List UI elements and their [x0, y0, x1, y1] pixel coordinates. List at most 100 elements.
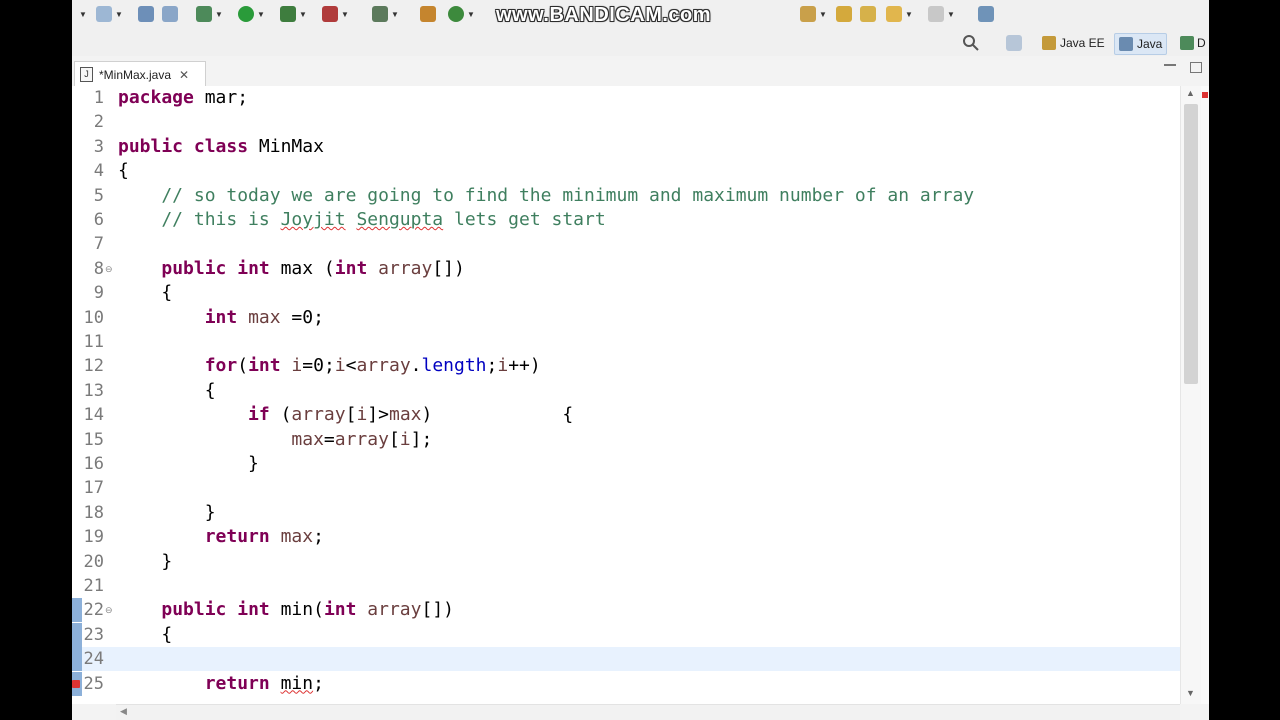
eclipse-window: ▼ ▼ ▼ ▼ ▼ ▼ ▼ ▼ ▼ ▼ ▼ www.BANDICAM.com J… [72, 0, 1209, 720]
code-line[interactable]: 24 [72, 647, 1180, 672]
code-token: } [118, 501, 216, 523]
code-line[interactable]: 11 [72, 330, 1180, 354]
code-token: int [237, 599, 270, 621]
new-icon[interactable]: ▼ [96, 5, 123, 23]
annotation-nav-icon[interactable]: ▼ [800, 5, 827, 23]
code-line[interactable]: 21 [72, 574, 1180, 598]
search-tools-icon[interactable]: ▼ [372, 5, 399, 23]
scroll-down-icon[interactable]: ▼ [1186, 688, 1195, 698]
code-line[interactable]: 15 max=array[i]; [72, 428, 1180, 452]
line-number: 9 [93, 283, 104, 304]
code-token: { [118, 623, 173, 645]
fold-toggle-icon[interactable]: ⊖ [105, 264, 113, 275]
line-number: 11 [83, 332, 104, 352]
code-text: { [118, 159, 129, 183]
code-token: public [118, 135, 184, 157]
code-line[interactable]: 22 ⊖ public int min(int array[]) [72, 598, 1180, 623]
coverage-icon[interactable]: ▼ [280, 5, 307, 23]
code-text: // this is Joyjit Sengupta lets get star… [118, 208, 605, 232]
code-token: min( [269, 599, 324, 621]
code-line[interactable]: 17 [72, 476, 1180, 500]
code-text: { [118, 623, 172, 647]
code-token: int [237, 257, 270, 279]
code-line[interactable]: 16 } [72, 452, 1180, 476]
code-line[interactable]: 25 return min; [72, 671, 1180, 696]
code-line[interactable]: 12 for(int i=0;i<array.length;i++) [72, 354, 1180, 378]
code-line[interactable]: 6 // this is Joyjit Sengupta lets get st… [72, 208, 1180, 232]
last-edit-icon[interactable] [836, 5, 852, 23]
save-all-icon[interactable] [162, 5, 178, 23]
code-line[interactable]: 8 ⊖ public int max (int array[]) [72, 257, 1180, 281]
code-token: array [367, 599, 422, 621]
code-line[interactable]: 14 if (array[i]>max) { [72, 403, 1180, 427]
code-line[interactable]: 4{ [72, 159, 1180, 183]
prev-edit-icon[interactable] [860, 5, 876, 23]
toolbar-dropdown-arrow[interactable]: ▼ [76, 5, 87, 23]
minimize-icon[interactable] [1164, 64, 1176, 66]
code-token: ( [237, 355, 249, 377]
code-token: ]; [410, 428, 433, 450]
code-line[interactable]: 10 int max =0; [72, 306, 1180, 330]
code-token: int [204, 306, 238, 328]
code-token: []) [432, 257, 465, 279]
code-line[interactable]: 1 package mar; [72, 86, 1180, 110]
scrollbar-thumb[interactable] [1184, 104, 1198, 384]
code-line[interactable]: 5 // so today we are going to find the m… [72, 184, 1180, 208]
fold-toggle-icon[interactable]: ⊖ [105, 605, 113, 616]
open-perspective-button[interactable] [1006, 34, 1022, 52]
maximize-icon[interactable] [1190, 62, 1202, 73]
code-token: max ( [269, 257, 335, 279]
perspective-debug[interactable]: D [1176, 33, 1209, 53]
editor-tab-minmax[interactable]: J *MinMax.java ✕ [74, 61, 206, 87]
debug-icon[interactable]: ▼ [196, 5, 223, 23]
refresh-icon[interactable]: ▼ [448, 5, 475, 23]
open-perspective-icon[interactable] [978, 5, 994, 23]
code-line[interactable]: 18 } [72, 501, 1180, 525]
code-editor[interactable]: 1 package mar; 2 3 public class MinMax 4{5 //… [72, 86, 1180, 704]
external-tools-icon[interactable]: ▼ [322, 5, 349, 23]
code-text: } [118, 501, 216, 525]
code-text: return max; [118, 525, 324, 549]
back-icon[interactable]: ▼ [886, 5, 913, 23]
perspective-java[interactable]: Java [1114, 33, 1168, 55]
save-icon[interactable] [138, 5, 154, 23]
code-line[interactable]: 2 [72, 110, 1180, 134]
vertical-scrollbar[interactable]: ▲ ▼ [1180, 86, 1202, 704]
line-number: 4 [93, 161, 104, 182]
code-line[interactable]: 7 [72, 232, 1180, 256]
code-line[interactable]: 9 { [72, 281, 1180, 305]
code-token: for [204, 355, 238, 377]
code-token: if [248, 404, 270, 426]
code-line[interactable]: 3 public class MinMax [72, 135, 1180, 159]
run-icon[interactable]: ▼ [238, 5, 265, 23]
close-tab-icon[interactable]: ✕ [179, 68, 189, 82]
code-line[interactable]: 23 { [72, 622, 1180, 647]
perspective-debug-label: D [1197, 36, 1206, 50]
code-line[interactable]: 20 } [72, 550, 1180, 574]
code-token: ; [313, 526, 324, 548]
perspective-java-ee[interactable]: Java EE [1038, 33, 1109, 53]
scroll-up-icon[interactable]: ▲ [1186, 88, 1195, 98]
code-token: array [291, 404, 346, 426]
code-line[interactable]: 13 { [72, 379, 1180, 403]
forward-icon[interactable]: ▼ [928, 5, 955, 23]
horizontal-scrollbar[interactable]: ◀ [116, 704, 1180, 720]
search-icon[interactable] [962, 34, 980, 52]
error-marker-icon[interactable] [1202, 92, 1208, 98]
recording-watermark: www.BANDICAM.com [496, 4, 712, 26]
code-text: { [118, 281, 172, 305]
code-line[interactable]: 19 return max; [72, 525, 1180, 549]
code-token: . [410, 355, 422, 377]
line-number: 21 [83, 576, 104, 596]
code-token: class [193, 135, 249, 157]
line-number: 3 [93, 136, 104, 157]
package-icon[interactable] [420, 5, 436, 23]
code-token: = [323, 428, 335, 450]
scroll-left-icon[interactable]: ◀ [120, 706, 127, 717]
